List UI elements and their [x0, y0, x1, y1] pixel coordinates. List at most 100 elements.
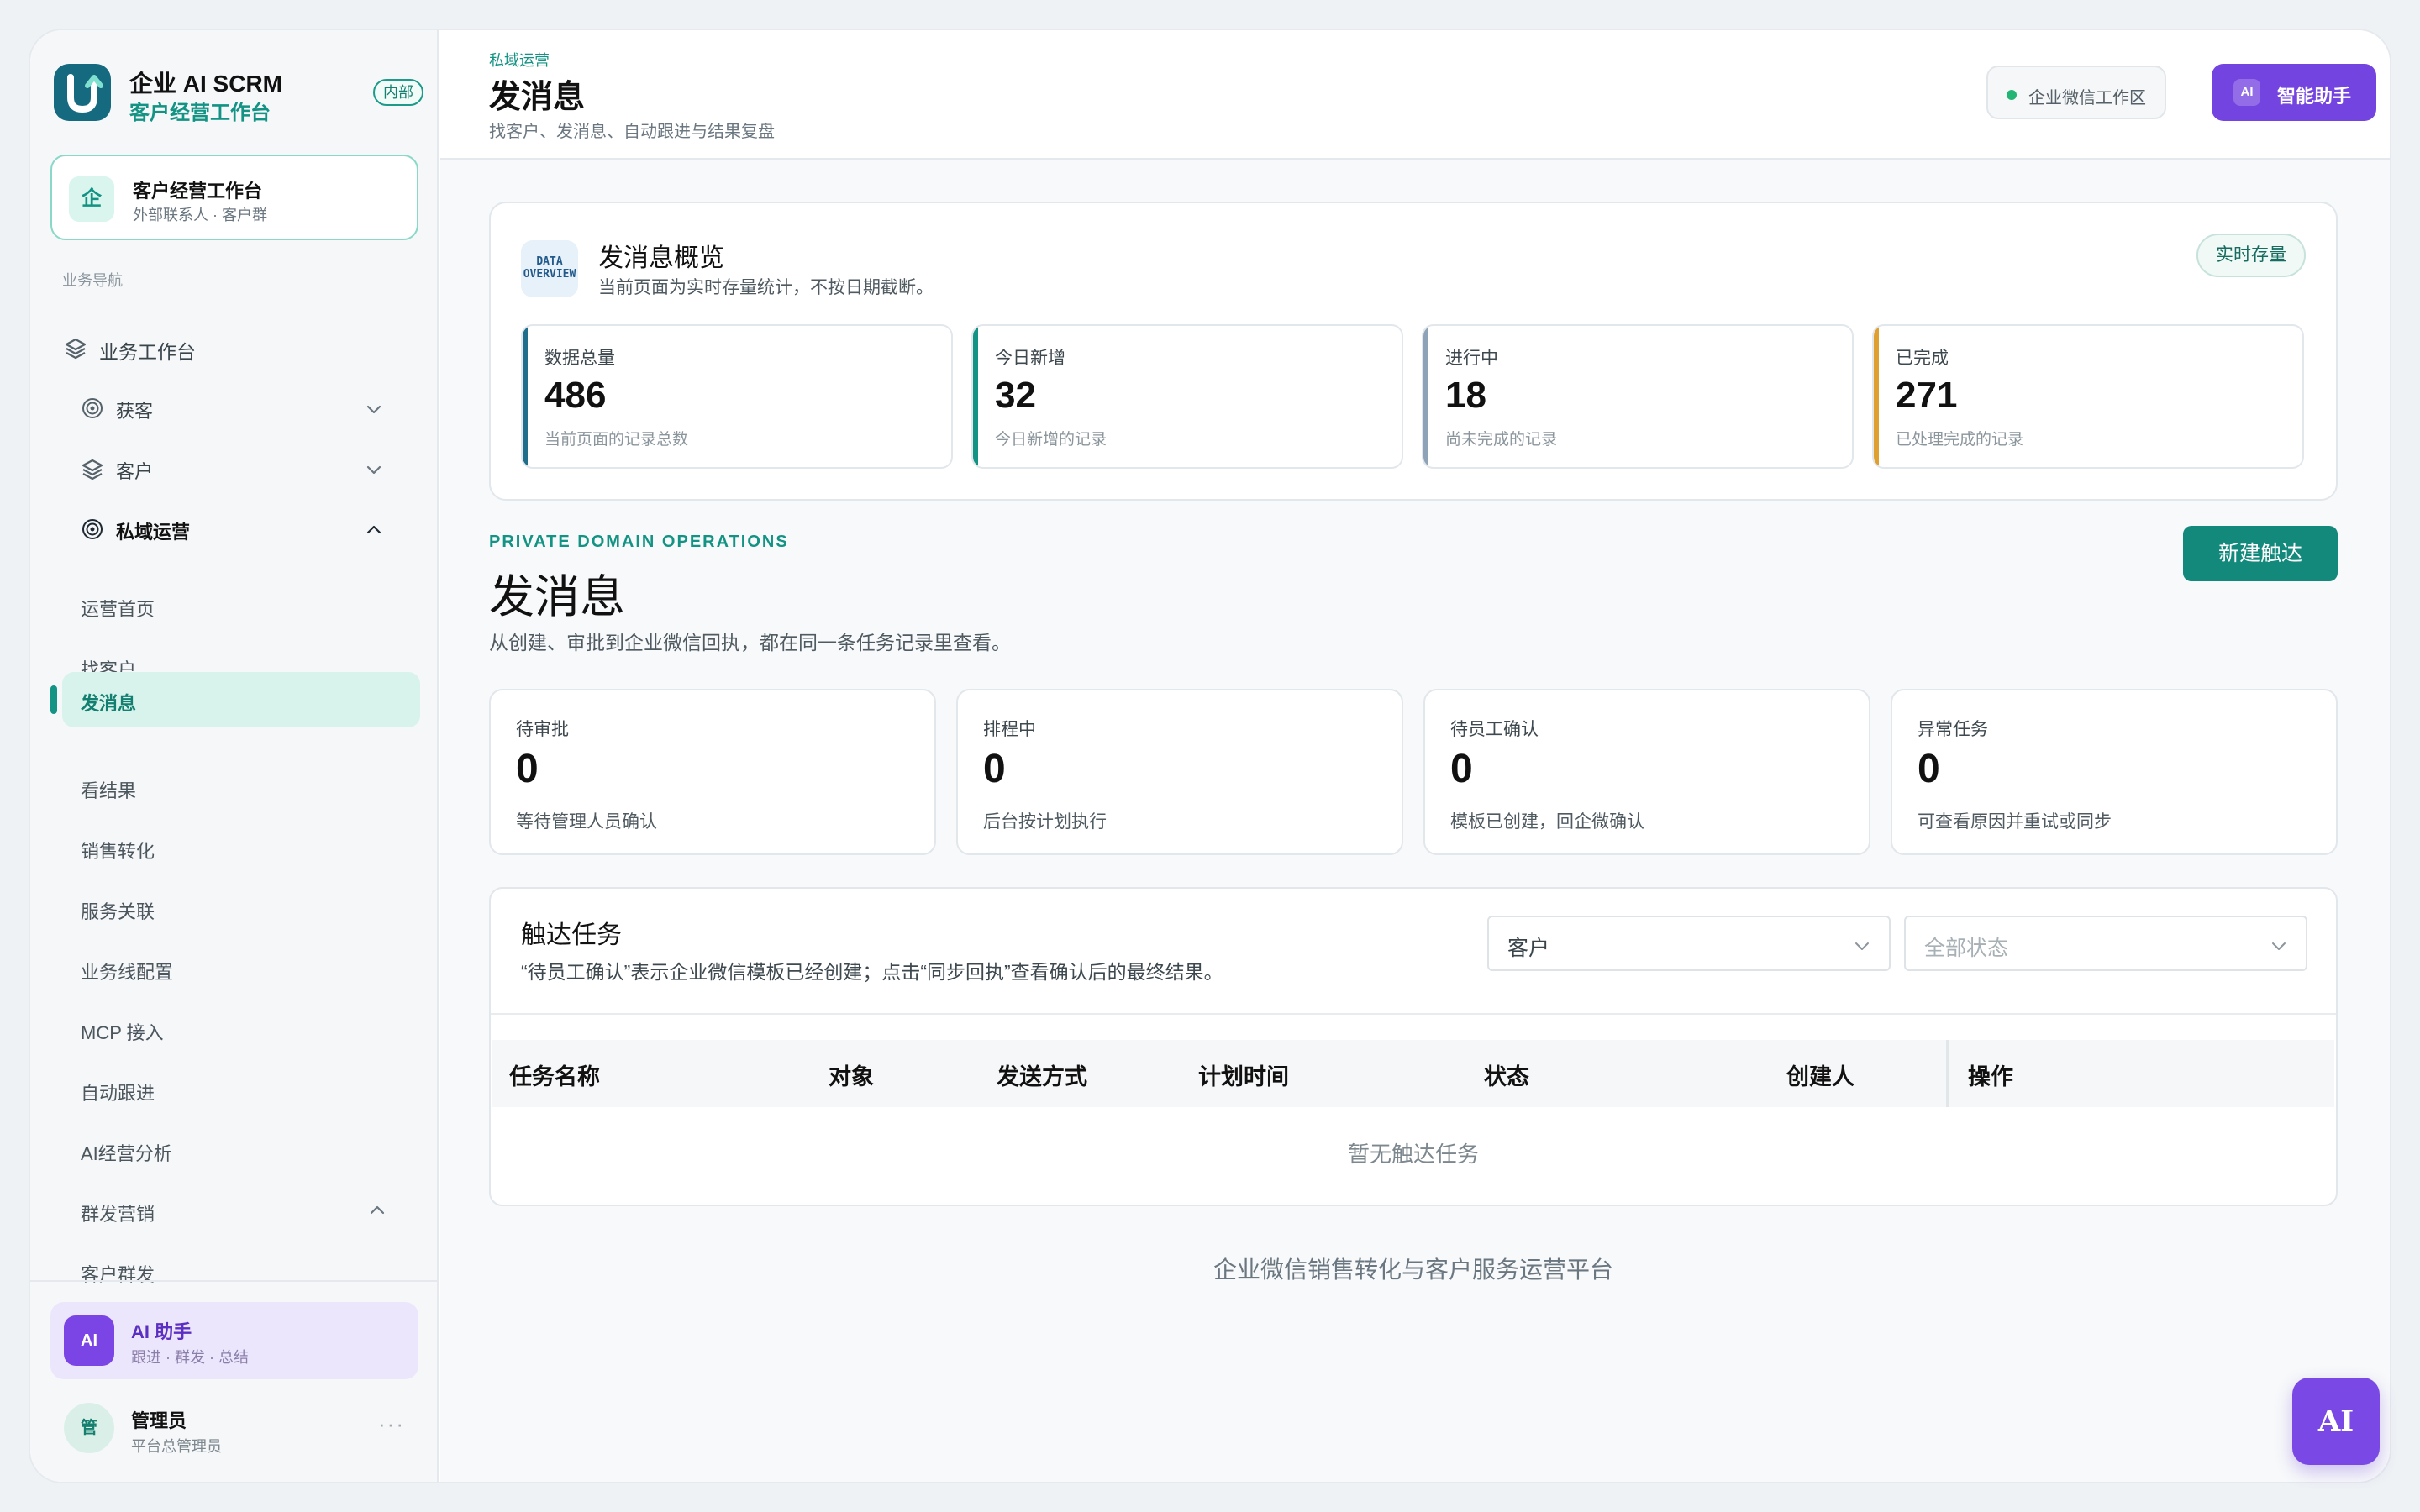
stat-accent-bar [1423, 326, 1428, 467]
nav-sub-auto-follow[interactable]: 自动跟进 [62, 1062, 420, 1117]
workspace-icon: 企 [69, 176, 114, 222]
stat-label: 进行中 [1445, 349, 1498, 368]
kpi-hint: 模板已创建，回企微确认 [1450, 812, 1644, 832]
sidebar-footer: AI AI 助手 跟进 · 群发 · 总结 管 管理员 平台总管理员 ··· [30, 1280, 437, 1482]
icon-text-line: OVERVIEW [523, 268, 576, 281]
nav-sub-mcp[interactable]: MCP 接入 [62, 1001, 420, 1057]
column-header-creator[interactable]: 创建人 [1786, 1058, 1854, 1091]
column-header-target[interactable]: 对象 [829, 1058, 874, 1091]
kpi-card-pending-staff[interactable]: 待员工确认 0 模板已创建，回企微确认 [1423, 689, 1870, 855]
layers-icon [82, 459, 103, 480]
new-outreach-button[interactable]: 新建触达 [2183, 526, 2338, 581]
stat-accent-bar [1874, 326, 1879, 467]
page-description: 找客户、发消息、自动跟进与结果复盘 [489, 123, 775, 141]
nav-group-label: 私域运营 [116, 522, 191, 543]
nav-sub-label: AI经营分析 [81, 1143, 172, 1164]
workspace-pill[interactable]: 企业微信工作区 [1986, 66, 2166, 119]
stat-label: 今日新增 [995, 349, 1065, 368]
stat-accent-bar [973, 326, 978, 467]
nav-item-business-workbench[interactable]: 业务工作台 [64, 321, 417, 375]
nav-group-private-domain[interactable]: 私域运营 [81, 502, 417, 556]
stat-hint: 今日新增的记录 [995, 431, 1107, 449]
workspace-card[interactable]: 企 客户经营工作台 外部联系人 · 客户群 [50, 155, 418, 240]
brand[interactable]: 企业 AI SCRM 客户经营工作台 内部 [54, 64, 424, 124]
target-icon [82, 398, 103, 418]
kpi-card-pending-approval[interactable]: 待审批 0 等待管理人员确认 [489, 689, 936, 855]
nav-sub-label: 看结果 [81, 780, 137, 801]
brand-title: 企业 AI SCRM [129, 71, 283, 97]
nav-group-label: 客户 [116, 461, 154, 482]
nav-sub-send-message[interactable]: 发消息 [50, 672, 420, 727]
nav-group-acquisition[interactable]: 获客 [81, 381, 417, 435]
ai-floating-button[interactable]: AI [2292, 1378, 2380, 1465]
nav-sub-sales-conversion[interactable]: 销售转化 [62, 820, 420, 875]
empty-state: 暂无触达任务 [1347, 1142, 1479, 1167]
stat-value: 18 [1445, 375, 1486, 416]
nav-sub-label: 服务关联 [81, 901, 155, 922]
icon-text-line: DATA [536, 255, 563, 268]
kpi-card-scheduled[interactable]: 排程中 0 后台按计划执行 [956, 689, 1403, 855]
chevron-up-icon [370, 1205, 385, 1215]
brand-subtitle: 客户经营工作台 [129, 102, 271, 124]
u-logo-icon [54, 64, 111, 121]
stat-hint: 当前页面的记录总数 [544, 431, 689, 449]
select-value: 客户 [1507, 937, 1550, 960]
overview-card: DATA OVERVIEW 发消息概览 当前页面为实时存量统计，不按日期截断。 … [489, 202, 2338, 501]
sidebar: 企业 AI SCRM 客户经营工作台 内部 企 客户经营工作台 外部联系人 · … [30, 30, 439, 1482]
ai-assistant-card[interactable]: AI AI 助手 跟进 · 群发 · 总结 [50, 1302, 418, 1379]
kpi-hint: 可查看原因并重试或同步 [1918, 812, 2112, 832]
smart-assistant-label: 智能助手 [2277, 86, 2352, 107]
kpi-label: 异常任务 [1918, 720, 1988, 739]
target-icon [82, 519, 103, 539]
section-description: 从创建、审批到企业微信回执，都在同一条任务记录里查看。 [489, 632, 1011, 654]
breadcrumb[interactable]: 私域运营 [489, 49, 550, 71]
nav-sub-business-line-config[interactable]: 业务线配置 [62, 941, 420, 996]
workspace-title: 客户经营工作台 [133, 181, 263, 202]
stat-card-total: 数据总量 486 当前页面的记录总数 [521, 324, 953, 469]
target-filter-select[interactable]: 客户 [1487, 916, 1891, 971]
overview-description: 当前页面为实时存量统计，不按日期截断。 [598, 278, 934, 297]
nav-sub-label: MCP 接入 [81, 1022, 164, 1043]
nav-group-mass-marketing[interactable]: 群发营销 [62, 1183, 420, 1238]
status-dot-icon [2007, 90, 2017, 100]
kpi-hint: 等待管理人员确认 [516, 812, 657, 832]
stat-hint: 尚未完成的记录 [1445, 431, 1558, 449]
nav-section-label: 业务导航 [62, 272, 123, 289]
nav-sub-label: 发消息 [81, 693, 137, 714]
nav-sub-label: 销售转化 [81, 841, 155, 862]
column-header-actions: 操作 [1968, 1064, 2013, 1089]
avatar: 管 [64, 1403, 114, 1453]
kpi-hint: 后台按计划执行 [983, 812, 1107, 832]
nav-group-customers[interactable]: 客户 [81, 442, 417, 496]
layers-icon [65, 338, 87, 360]
nav-group-label: 获客 [116, 401, 154, 422]
chevron-down-icon [366, 465, 381, 475]
nav-sub-view-results[interactable]: 看结果 [62, 759, 420, 815]
column-header-task-name[interactable]: 任务名称 [509, 1058, 600, 1091]
column-header-status[interactable]: 状态 [1484, 1058, 1529, 1091]
realtime-badge: 实时存量 [2196, 234, 2306, 277]
stat-label: 已完成 [1896, 349, 1949, 368]
user-name: 管理员 [131, 1410, 187, 1431]
ai-tag-icon: AI [2233, 79, 2260, 106]
more-icon[interactable]: ··· [378, 1411, 405, 1437]
column-header-scheduled-time[interactable]: 计划时间 [1198, 1058, 1289, 1091]
footer-text: 企业微信销售转化与客户服务运营平台 [1213, 1257, 1613, 1283]
nav-sub-service-link[interactable]: 服务关联 [62, 880, 420, 936]
active-indicator [50, 685, 57, 714]
kpi-card-exceptions[interactable]: 异常任务 0 可查看原因并重试或同步 [1891, 689, 2338, 855]
status-filter-select[interactable]: 全部状态 [1904, 916, 2307, 971]
nav-sub-ai-analysis[interactable]: AI经营分析 [62, 1122, 420, 1178]
column-header-send-method[interactable]: 发送方式 [997, 1058, 1087, 1091]
smart-assistant-button[interactable]: AI 智能助手 [2212, 64, 2376, 121]
nav-sub-label: 群发营销 [81, 1204, 155, 1225]
kpi-value: 0 [516, 747, 539, 791]
chevron-down-icon [2272, 942, 2286, 950]
internal-badge: 内部 [373, 79, 424, 106]
page-title: 发消息 [489, 80, 586, 115]
stat-card-completed: 已完成 271 已处理完成的记录 [1872, 324, 2304, 469]
nav-sub-label: 业务线配置 [81, 962, 174, 983]
ai-avatar: AI [64, 1315, 114, 1366]
user-profile[interactable]: 管 管理员 平台总管理员 ··· [50, 1393, 418, 1465]
nav-sub-ops-home[interactable]: 运营首页 [62, 578, 420, 633]
